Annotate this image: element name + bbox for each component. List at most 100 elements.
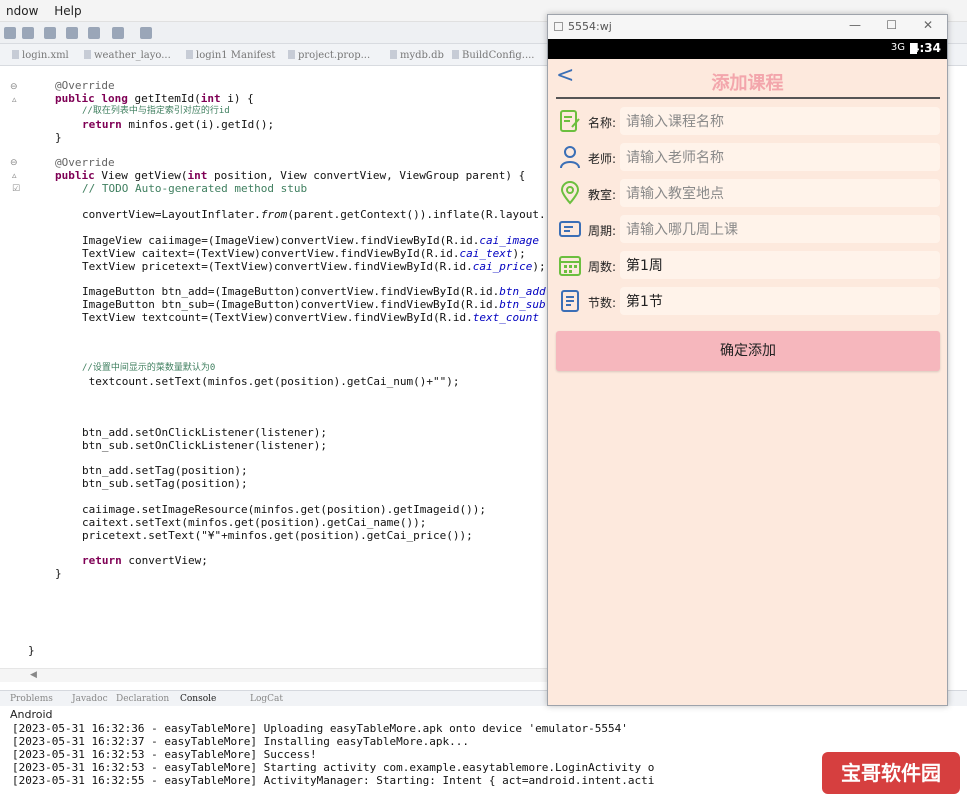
week-value: 第1周: [626, 258, 663, 274]
period-placeholder: 请输入哪几周上课: [626, 222, 738, 238]
emulator-app-icon: [554, 22, 563, 31]
tab-buildconfig[interactable]: BuildConfig....: [452, 50, 535, 61]
code-line: ImageButton btn_add=(ImageButton)convert…: [82, 285, 546, 298]
toolbar-run-icon[interactable]: [22, 27, 34, 39]
console-line: [2023-05-31 16:32:53 - easyTableMore] St…: [12, 761, 655, 774]
code-comment: //取在列表中与指定索引对应的行id: [82, 106, 230, 116]
tab-javadoc[interactable]: Javadoc: [72, 694, 108, 704]
console-header: Android: [10, 708, 53, 721]
maximize-button[interactable]: ☐: [886, 18, 897, 32]
code-comment: //设置中间显示的菜数量默认为0: [82, 363, 216, 373]
tab-logcat[interactable]: LogCat: [250, 694, 283, 704]
emulator-title-bar[interactable]: 5554:wj — ☐ ✕: [548, 15, 947, 39]
toolbar-debug-icon[interactable]: [44, 27, 56, 39]
code-line: btn_add.setOnClickListener(listener);: [82, 426, 328, 439]
emulator-title: 5554:wj: [568, 20, 612, 33]
teacher-row: 老师: 请输入老师名称: [558, 143, 940, 171]
code-line: TextView pricetext=(TextView)convertView…: [82, 260, 546, 273]
page-title: 添加课程: [711, 73, 784, 94]
fold-marker-icon[interactable]: ⊖: [10, 82, 18, 92]
code-line: }: [55, 131, 62, 144]
code-line: caitext.setText(minfos.get(position).get…: [82, 516, 427, 529]
console-output[interactable]: [2023-05-31 16:32:36 - easyTableMore] Up…: [12, 722, 952, 800]
file-icon: [288, 50, 295, 59]
console-line: [2023-05-31 16:32:55 - easyTableMore] Ac…: [12, 774, 655, 787]
code-line: btn_add.setTag(position);: [82, 464, 248, 477]
file-icon: [390, 50, 397, 59]
code-line: TextView caitext=(TextView)convertView.f…: [82, 247, 526, 260]
classroom-label: 教室:: [588, 188, 617, 202]
minimize-button[interactable]: —: [849, 18, 861, 32]
toolbar-pin-icon[interactable]: [140, 27, 152, 39]
location-pin-icon: [560, 181, 580, 205]
code-editor[interactable]: ⊖ ▵ ⊖ ▵ ☑ @Override public long getItemI…: [0, 66, 548, 674]
menu-window[interactable]: ndow: [0, 0, 44, 18]
section-label: 节数:: [588, 296, 617, 310]
document-icon: [561, 290, 579, 312]
console-line: [2023-05-31 16:32:37 - easyTableMore] In…: [12, 735, 469, 748]
person-icon: [560, 146, 580, 169]
tab-login1-manifest[interactable]: login1 Manifest: [186, 50, 275, 61]
emulator-window: 5554:wj — ☐ ✕ 3G 4:34 < 添加课程 名称: 请输入课程名称…: [547, 14, 948, 706]
tab-project-properties[interactable]: project.prop...: [288, 50, 370, 61]
title-divider: [556, 97, 940, 99]
code-line: textcount.setText(minfos.get(position).g…: [82, 375, 460, 388]
close-button[interactable]: ✕: [923, 18, 933, 32]
tab-login-xml[interactable]: login.xml: [12, 50, 69, 61]
editor-gutter: ⊖ ▵ ⊖ ▵ ☑: [0, 66, 40, 674]
toolbar-back-icon[interactable]: [88, 27, 100, 39]
calendar-icon: [559, 256, 581, 276]
fold-marker-icon[interactable]: ⊖: [10, 158, 18, 168]
classroom-placeholder: 请输入教室地点: [626, 186, 724, 202]
toolbar-search-icon[interactable]: [66, 27, 78, 39]
week-row: 周数: 第1周: [558, 251, 940, 279]
status-time: 4:34: [911, 41, 941, 55]
confirm-add-button[interactable]: 确定添加: [556, 331, 940, 371]
code-line: @Override: [55, 156, 115, 169]
console-line: [2023-05-31 16:32:36 - easyTableMore] Up…: [12, 722, 628, 735]
code-line: pricetext.setText("¥"+minfos.get(positio…: [82, 529, 473, 542]
code-line: return minfos.get(i).getId();: [82, 118, 275, 131]
code-line: caiimage.setImageResource(minfos.get(pos…: [82, 503, 486, 516]
code-line: return convertView;: [82, 554, 208, 567]
signal-icon: 3G: [890, 42, 905, 53]
watermark-logo: 宝哥软件园: [822, 752, 960, 794]
scroll-left-icon[interactable]: ◀: [30, 670, 37, 680]
file-icon: [186, 50, 193, 59]
code-line: ImageButton btn_sub=(ImageButton)convert…: [82, 298, 546, 311]
week-select[interactable]: [620, 251, 940, 279]
tab-mydb[interactable]: mydb.db: [390, 50, 444, 61]
menu-help[interactable]: Help: [48, 0, 87, 18]
tab-console[interactable]: Console: [180, 694, 216, 704]
course-name-placeholder: 请输入课程名称: [626, 114, 724, 130]
code-comment: // TODO Auto-generated method stub: [82, 182, 308, 195]
toolbar-forward-icon[interactable]: [112, 27, 124, 39]
android-status-bar: 3G 4:34: [548, 39, 947, 59]
code-line: public View getView(int position, View c…: [55, 169, 526, 182]
code-line: }: [55, 567, 62, 580]
classroom-row: 教室: 请输入教室地点: [558, 179, 940, 207]
week-label: 周数:: [588, 260, 617, 274]
tab-declaration[interactable]: Declaration: [116, 694, 169, 704]
period-row: 周期: 请输入哪几周上课: [558, 215, 940, 243]
code-line: btn_sub.setOnClickListener(listener);: [82, 439, 328, 452]
code-line: btn_sub.setTag(position);: [82, 477, 248, 490]
file-icon: [84, 50, 91, 59]
tab-problems[interactable]: Problems: [10, 694, 53, 704]
code-line: TextView textcount=(TextView)convertView…: [82, 311, 539, 324]
card-icon: [559, 221, 581, 237]
toolbar-dropdown-icon[interactable]: [4, 27, 16, 39]
teacher-label: 老师:: [588, 152, 617, 166]
teacher-placeholder: 请输入老师名称: [626, 150, 724, 166]
course-name-label: 名称:: [588, 116, 617, 130]
code-line: }: [28, 644, 35, 657]
section-select[interactable]: [620, 287, 940, 315]
section-row: 节数: 第1节: [558, 287, 940, 315]
editor-horizontal-scrollbar[interactable]: ◀: [0, 668, 548, 682]
code-line: @Override: [55, 79, 115, 92]
file-icon: [452, 50, 459, 59]
tab-weather-layout[interactable]: weather_layo...: [84, 50, 171, 61]
override-marker-icon: ▵: [12, 171, 17, 181]
code-line: public long getItemId(int i) {: [55, 92, 254, 105]
override-marker-icon: ▵: [12, 95, 17, 105]
